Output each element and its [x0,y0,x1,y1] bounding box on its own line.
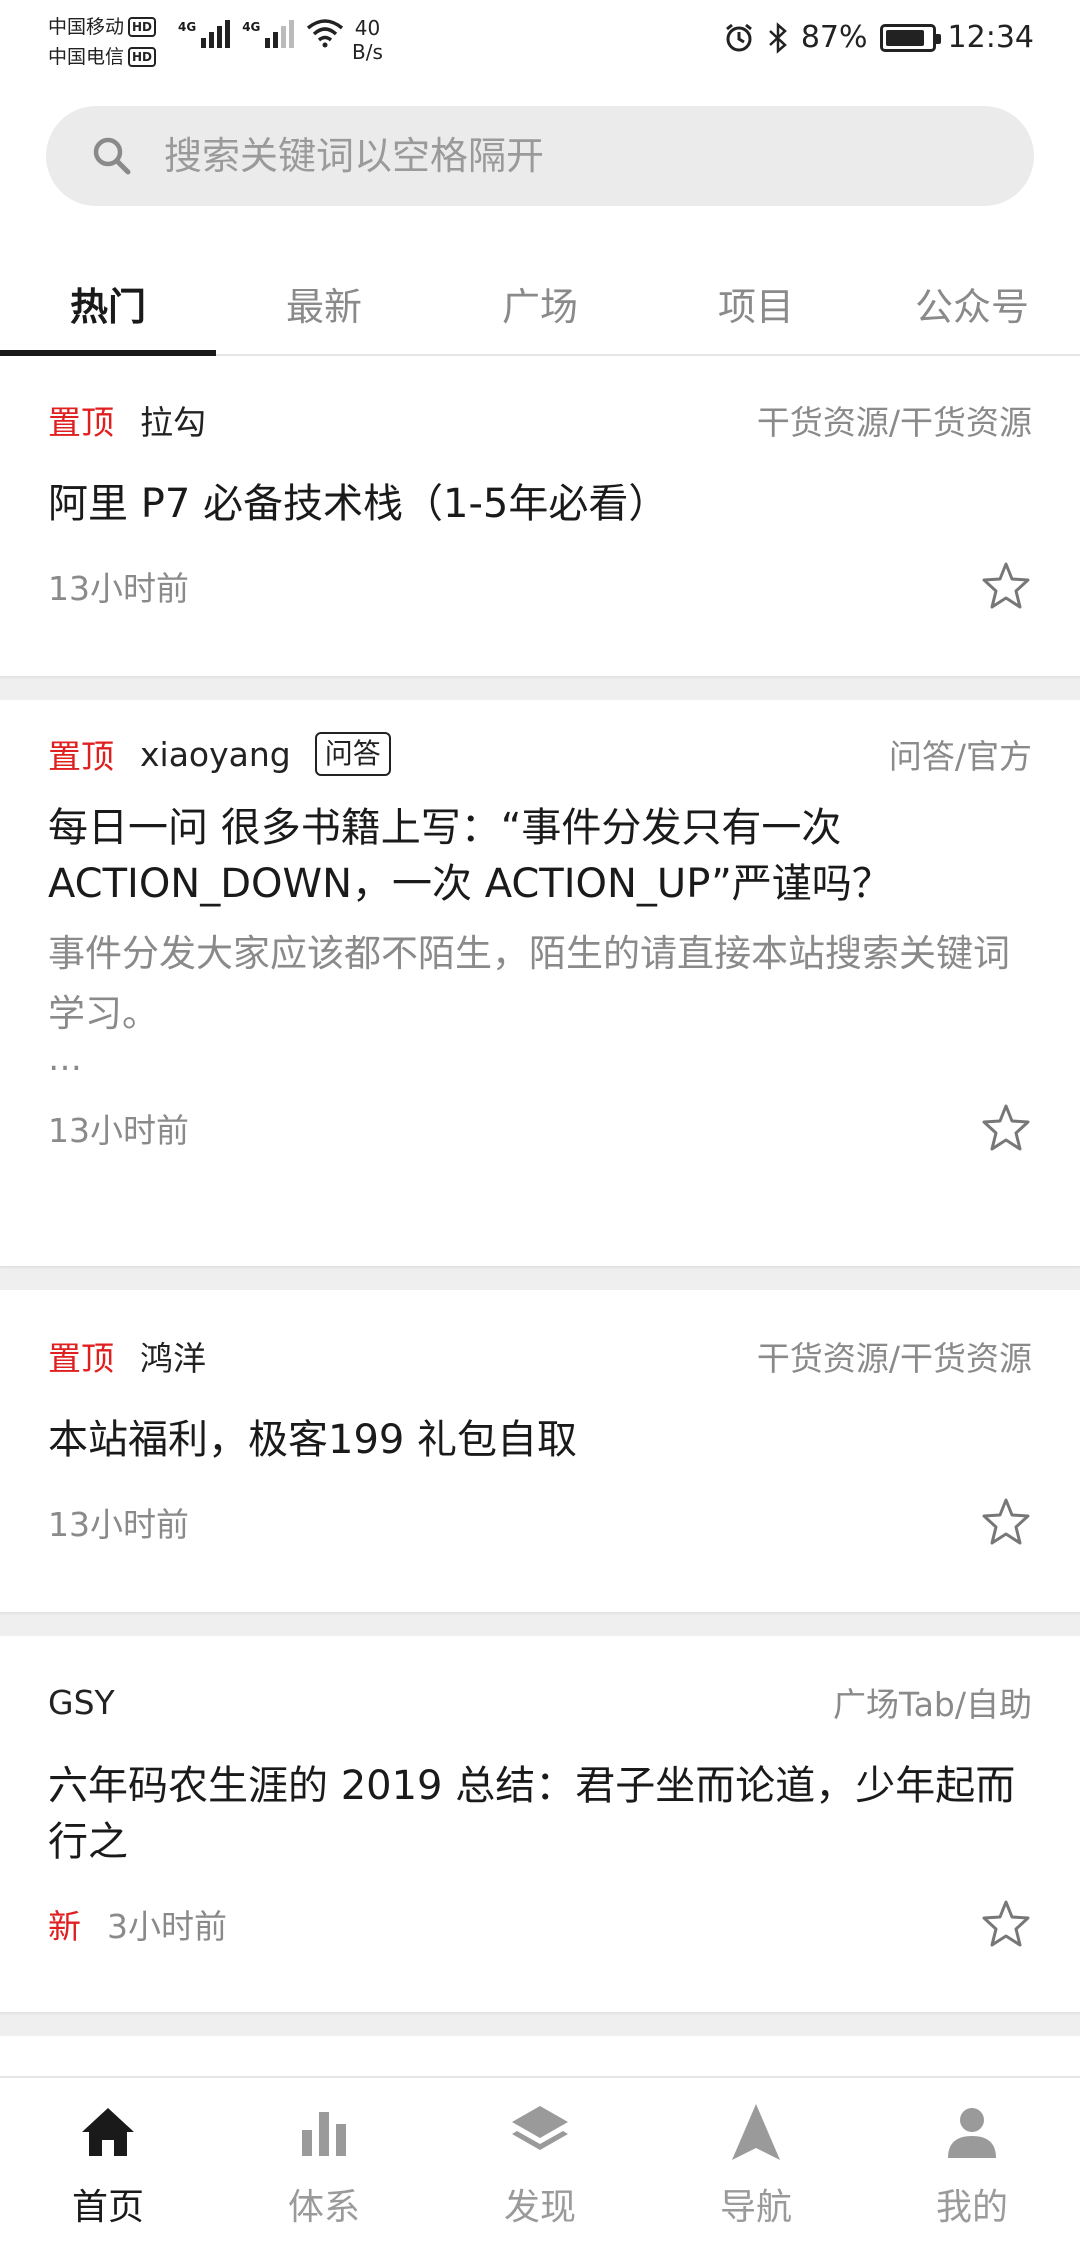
article-title[interactable]: 阿里 P7 必备技术栈（1-5年必看） [48,476,1032,532]
alarm-icon [725,23,752,51]
wifi-icon [307,19,344,48]
sticky-label: 置顶 [48,1339,114,1378]
article-footer: 13小时前 [48,1496,1032,1548]
sticky-label: 置顶 [48,403,114,442]
article-feed: 置顶 拉勾 干货资源/干货资源 阿里 P7 必备技术栈（1-5年必看） 13小时… [0,356,1080,2076]
article-time: 3小时前 [107,1907,227,1946]
article-category[interactable]: 问答/官方 [889,730,1032,778]
nav-system-label: 体系 [287,2187,360,2228]
qa-tag-badge[interactable]: 问答 [314,732,391,776]
nav-home[interactable]: 首页 [0,2078,216,2244]
battery-icon [879,23,941,52]
article-time: 13小时前 [48,569,189,608]
carrier-1: 中国移动 [48,16,125,38]
search-bar[interactable] [46,106,1034,206]
article-meta: GSY 广场Tab/自助 [48,1676,1032,1728]
search-input[interactable] [164,134,984,178]
article-author[interactable]: 鸿洋 [140,1332,206,1380]
tab-projects[interactable]: 项目 [648,252,864,354]
bottom-navigation: 首页 体系 发现 导航 我的 [0,2076,1080,2244]
tab-official-accounts[interactable]: 公众号 [864,252,1080,354]
star-icon[interactable] [980,1102,1032,1154]
article-time: 13小时前 [48,1111,189,1150]
home-icon [82,2108,134,2156]
sticky-label: 置顶 [48,737,114,776]
article-title[interactable]: 每日一问 很多书籍上写：“事件分发只有一次ACTION_DOWN，一次 ACTI… [48,800,1032,912]
article-footer: 13小时前 [48,1102,1032,1154]
nav-mine[interactable]: 我的 [864,2078,1080,2244]
article-card-partial[interactable] [0,2036,1080,2076]
nav-mine-label: 我的 [935,2187,1008,2228]
layers-icon [512,2106,568,2150]
network-type-2: 4G [242,20,261,34]
nav-discover-label: 发现 [503,2187,576,2228]
article-card[interactable]: GSY 广场Tab/自助 六年码农生涯的 2019 总结：君子坐而论道，少年起而… [0,1636,1080,2012]
article-time: 13小时前 [48,1505,189,1544]
article-footer: 新 3小时前 [48,1898,1032,1950]
nav-navigation[interactable]: 导航 [648,2078,864,2244]
article-card[interactable]: 置顶 鸿洋 干货资源/干货资源 本站福利，极客199 礼包自取 13小时前 [0,1290,1080,1612]
nav-system[interactable]: 体系 [216,2078,432,2244]
article-author[interactable]: 拉勾 [140,396,206,444]
star-icon[interactable] [980,560,1032,612]
hd-badge-1: HD [128,17,157,37]
signal-icon-2: 4G [242,20,295,48]
article-category[interactable]: 干货资源/干货资源 [757,1332,1032,1380]
battery-level [885,29,924,46]
status-bar: 中国移动 HD 中国电信 HD 4G 4G 40 B/s 87% 12:34 [0,0,1080,80]
bluetooth-icon [768,21,787,54]
star-icon[interactable] [980,1898,1032,1950]
navigation-icon [732,2104,780,2160]
tab-hot[interactable]: 热门 [0,252,216,356]
star-icon[interactable] [980,1496,1032,1548]
article-category[interactable]: 干货资源/干货资源 [757,396,1032,444]
article-card[interactable]: 置顶 xiaoyang 问答 问答/官方 每日一问 很多书籍上写：“事件分发只有… [0,700,1080,1266]
description-ellipsis: … [48,1039,82,1079]
article-description: 事件分发大家应该都不陌生，陌生的请直接本站搜索关键词学习。 [48,932,1010,1035]
article-footer: 13小时前 [48,560,1032,612]
bar-chart-icon [302,2112,346,2156]
new-label: 新 [48,1907,81,1946]
carrier-info: 中国移动 HD 中国电信 HD [48,12,157,72]
article-category[interactable]: 广场Tab/自助 [833,1678,1032,1726]
person-icon [948,2108,996,2158]
nav-discover[interactable]: 发现 [432,2078,648,2244]
speed-value: 40 [354,16,381,40]
clock: 12:34 [947,20,1034,55]
status-right: 87% 12:34 [723,20,1034,55]
signal-indicators: 4G 4G [178,18,344,48]
search-icon [93,137,131,175]
article-title[interactable]: 本站福利，极客199 礼包自取 [48,1412,1032,1468]
carrier-2: 中国电信 [48,46,125,68]
nav-navigation-label: 导航 [719,2187,792,2228]
nav-home-label: 首页 [71,2187,144,2228]
network-type-1: 4G [178,20,197,34]
tab-square[interactable]: 广场 [432,252,648,354]
article-card[interactable]: 置顶 拉勾 干货资源/干货资源 阿里 P7 必备技术栈（1-5年必看） 13小时… [0,356,1080,676]
article-meta: 置顶 鸿洋 干货资源/干货资源 [48,1330,1032,1382]
network-speed: 40 B/s [352,16,383,64]
article-meta: 置顶 xiaoyang 问答 问答/官方 [48,728,1032,780]
signal-icon-1: 4G [178,20,231,48]
tab-bar: 热门 最新 广场 项目 公众号 [0,252,1080,356]
speed-unit: B/s [352,40,383,64]
hd-badge-2: HD [128,47,157,67]
article-title[interactable]: 六年码农生涯的 2019 总结：君子坐而论道，少年起而行之 [48,1758,1032,1870]
tab-latest[interactable]: 最新 [216,252,432,354]
article-author[interactable]: xiaoyang [140,735,291,774]
article-author[interactable]: GSY [48,1683,115,1722]
article-meta: 置顶 拉勾 干货资源/干货资源 [48,394,1032,446]
battery-percent: 87% [800,20,868,55]
